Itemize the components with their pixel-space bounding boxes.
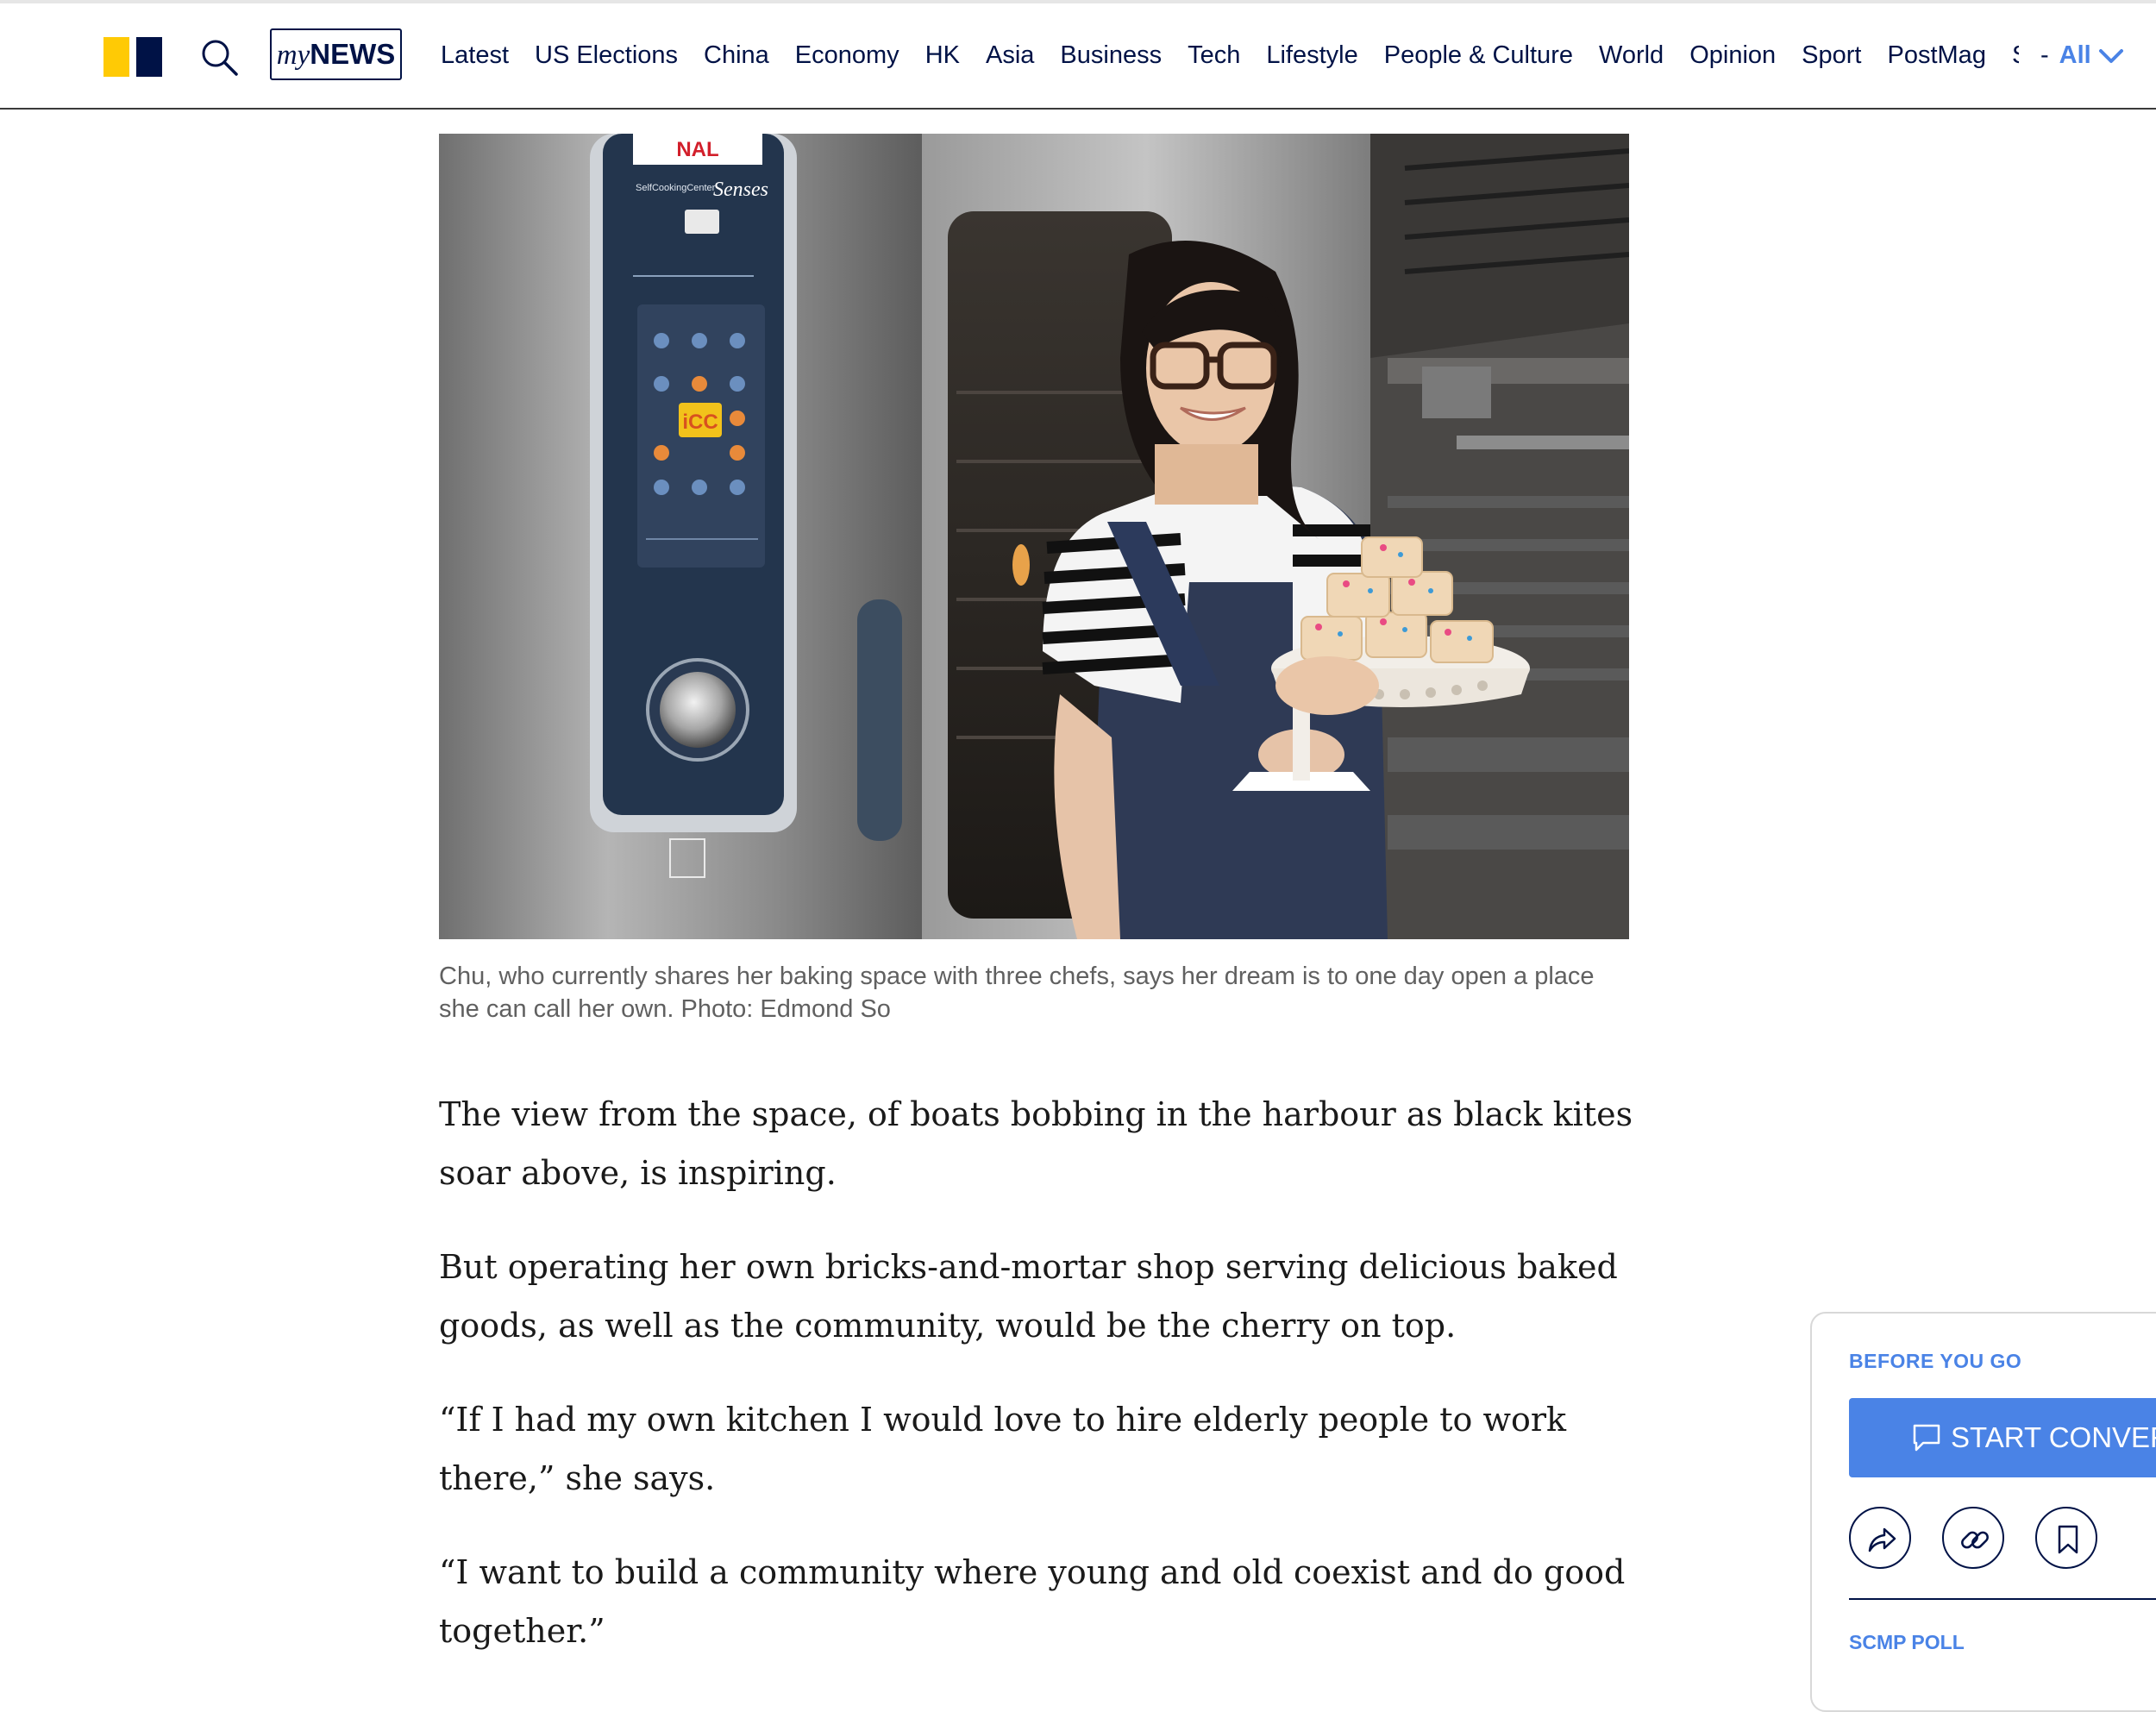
speech-bubble-icon (1913, 1424, 1940, 1452)
scmp-logo[interactable] (103, 37, 162, 77)
bookmark-icon (2058, 1525, 2078, 1554)
nav-item-truncated[interactable]: S (2012, 3, 2019, 108)
logo-navy-block (136, 37, 162, 77)
all-label: All (2059, 41, 2091, 69)
chevron-down-icon (2098, 49, 2123, 64)
scmp-poll-title: SCMP POLL (1849, 1631, 1965, 1653)
photo-caption: Chu, who currently shares her baking spa… (439, 963, 1595, 1023)
search-icon[interactable] (198, 36, 240, 78)
all-separator: - (2040, 41, 2049, 69)
mynews-prefix: my (276, 40, 310, 71)
share-button[interactable] (1849, 1507, 1911, 1569)
nav-item-china[interactable]: China (704, 3, 769, 108)
share-arrow-icon (1868, 1527, 1896, 1552)
nav-item-people-culture[interactable]: People & Culture (1384, 3, 1573, 108)
oven-screen-logo: iCC (682, 411, 718, 434)
svg-text:NAL: NAL (676, 138, 718, 161)
link-icon (1961, 1531, 1989, 1549)
nav-item-postmag[interactable]: PostMag (1888, 3, 1986, 108)
bookmark-button[interactable] (2035, 1507, 2097, 1569)
article-paragraph: But operating her own bricks-and-mortar … (439, 1248, 1618, 1345)
logo-yellow-block (103, 37, 129, 77)
article-photo: NAL SelfCookingCenter Senses iCC (439, 134, 1629, 939)
article-body: The view from the space, of boats bobbin… (439, 1085, 1646, 1696)
copy-link-button[interactable] (1942, 1507, 2004, 1569)
nav-item-opinion[interactable]: Opinion (1689, 3, 1776, 108)
oven-model-label: Senses (713, 179, 768, 201)
main-nav: Latest US Elections China Economy HK Asia Busi… (441, 3, 2019, 108)
divider (1849, 1598, 2156, 1600)
nav-item-us-elections[interactable]: US Elections (535, 3, 678, 108)
nav-item-sport[interactable]: Sport (1802, 3, 1861, 108)
nav-item-hk[interactable]: HK (925, 3, 960, 108)
start-conversation-label: START CONVERSATION (1951, 1421, 2156, 1453)
article-paragraph: The view from the space, of boats bobbin… (439, 1095, 1633, 1192)
nav-item-asia[interactable]: Asia (986, 3, 1034, 108)
start-conversation-button[interactable]: START CONVERSATION (1849, 1398, 2156, 1477)
site-header: myNEWS Latest US Elections China Economy HK A… (0, 3, 2156, 110)
oven-brand-label: SelfCookingCenter (636, 183, 716, 193)
nav-item-business[interactable]: Business (1060, 3, 1162, 108)
nav-item-economy[interactable]: Economy (795, 3, 899, 108)
nav-item-latest[interactable]: Latest (441, 3, 509, 108)
mynews-suffix: NEWS (310, 38, 396, 70)
nav-item-lifestyle[interactable]: Lifestyle (1266, 3, 1357, 108)
nav-item-world[interactable]: World (1599, 3, 1664, 108)
mynews-button[interactable]: myNEWS (270, 28, 402, 80)
article-paragraph: “If I had my own kitchen I would love to… (439, 1401, 1567, 1497)
before-you-go-title: BEFORE YOU GO (1849, 1350, 2022, 1372)
before-you-go-card: BEFORE YOU GO START CONVERSATION SCMP PO… (1810, 1312, 2156, 1712)
nav-item-tech[interactable]: Tech (1188, 3, 1240, 108)
all-sections-dropdown[interactable]: - All (2040, 3, 2124, 108)
article-paragraph: “I want to build a community where young… (439, 1553, 1626, 1650)
